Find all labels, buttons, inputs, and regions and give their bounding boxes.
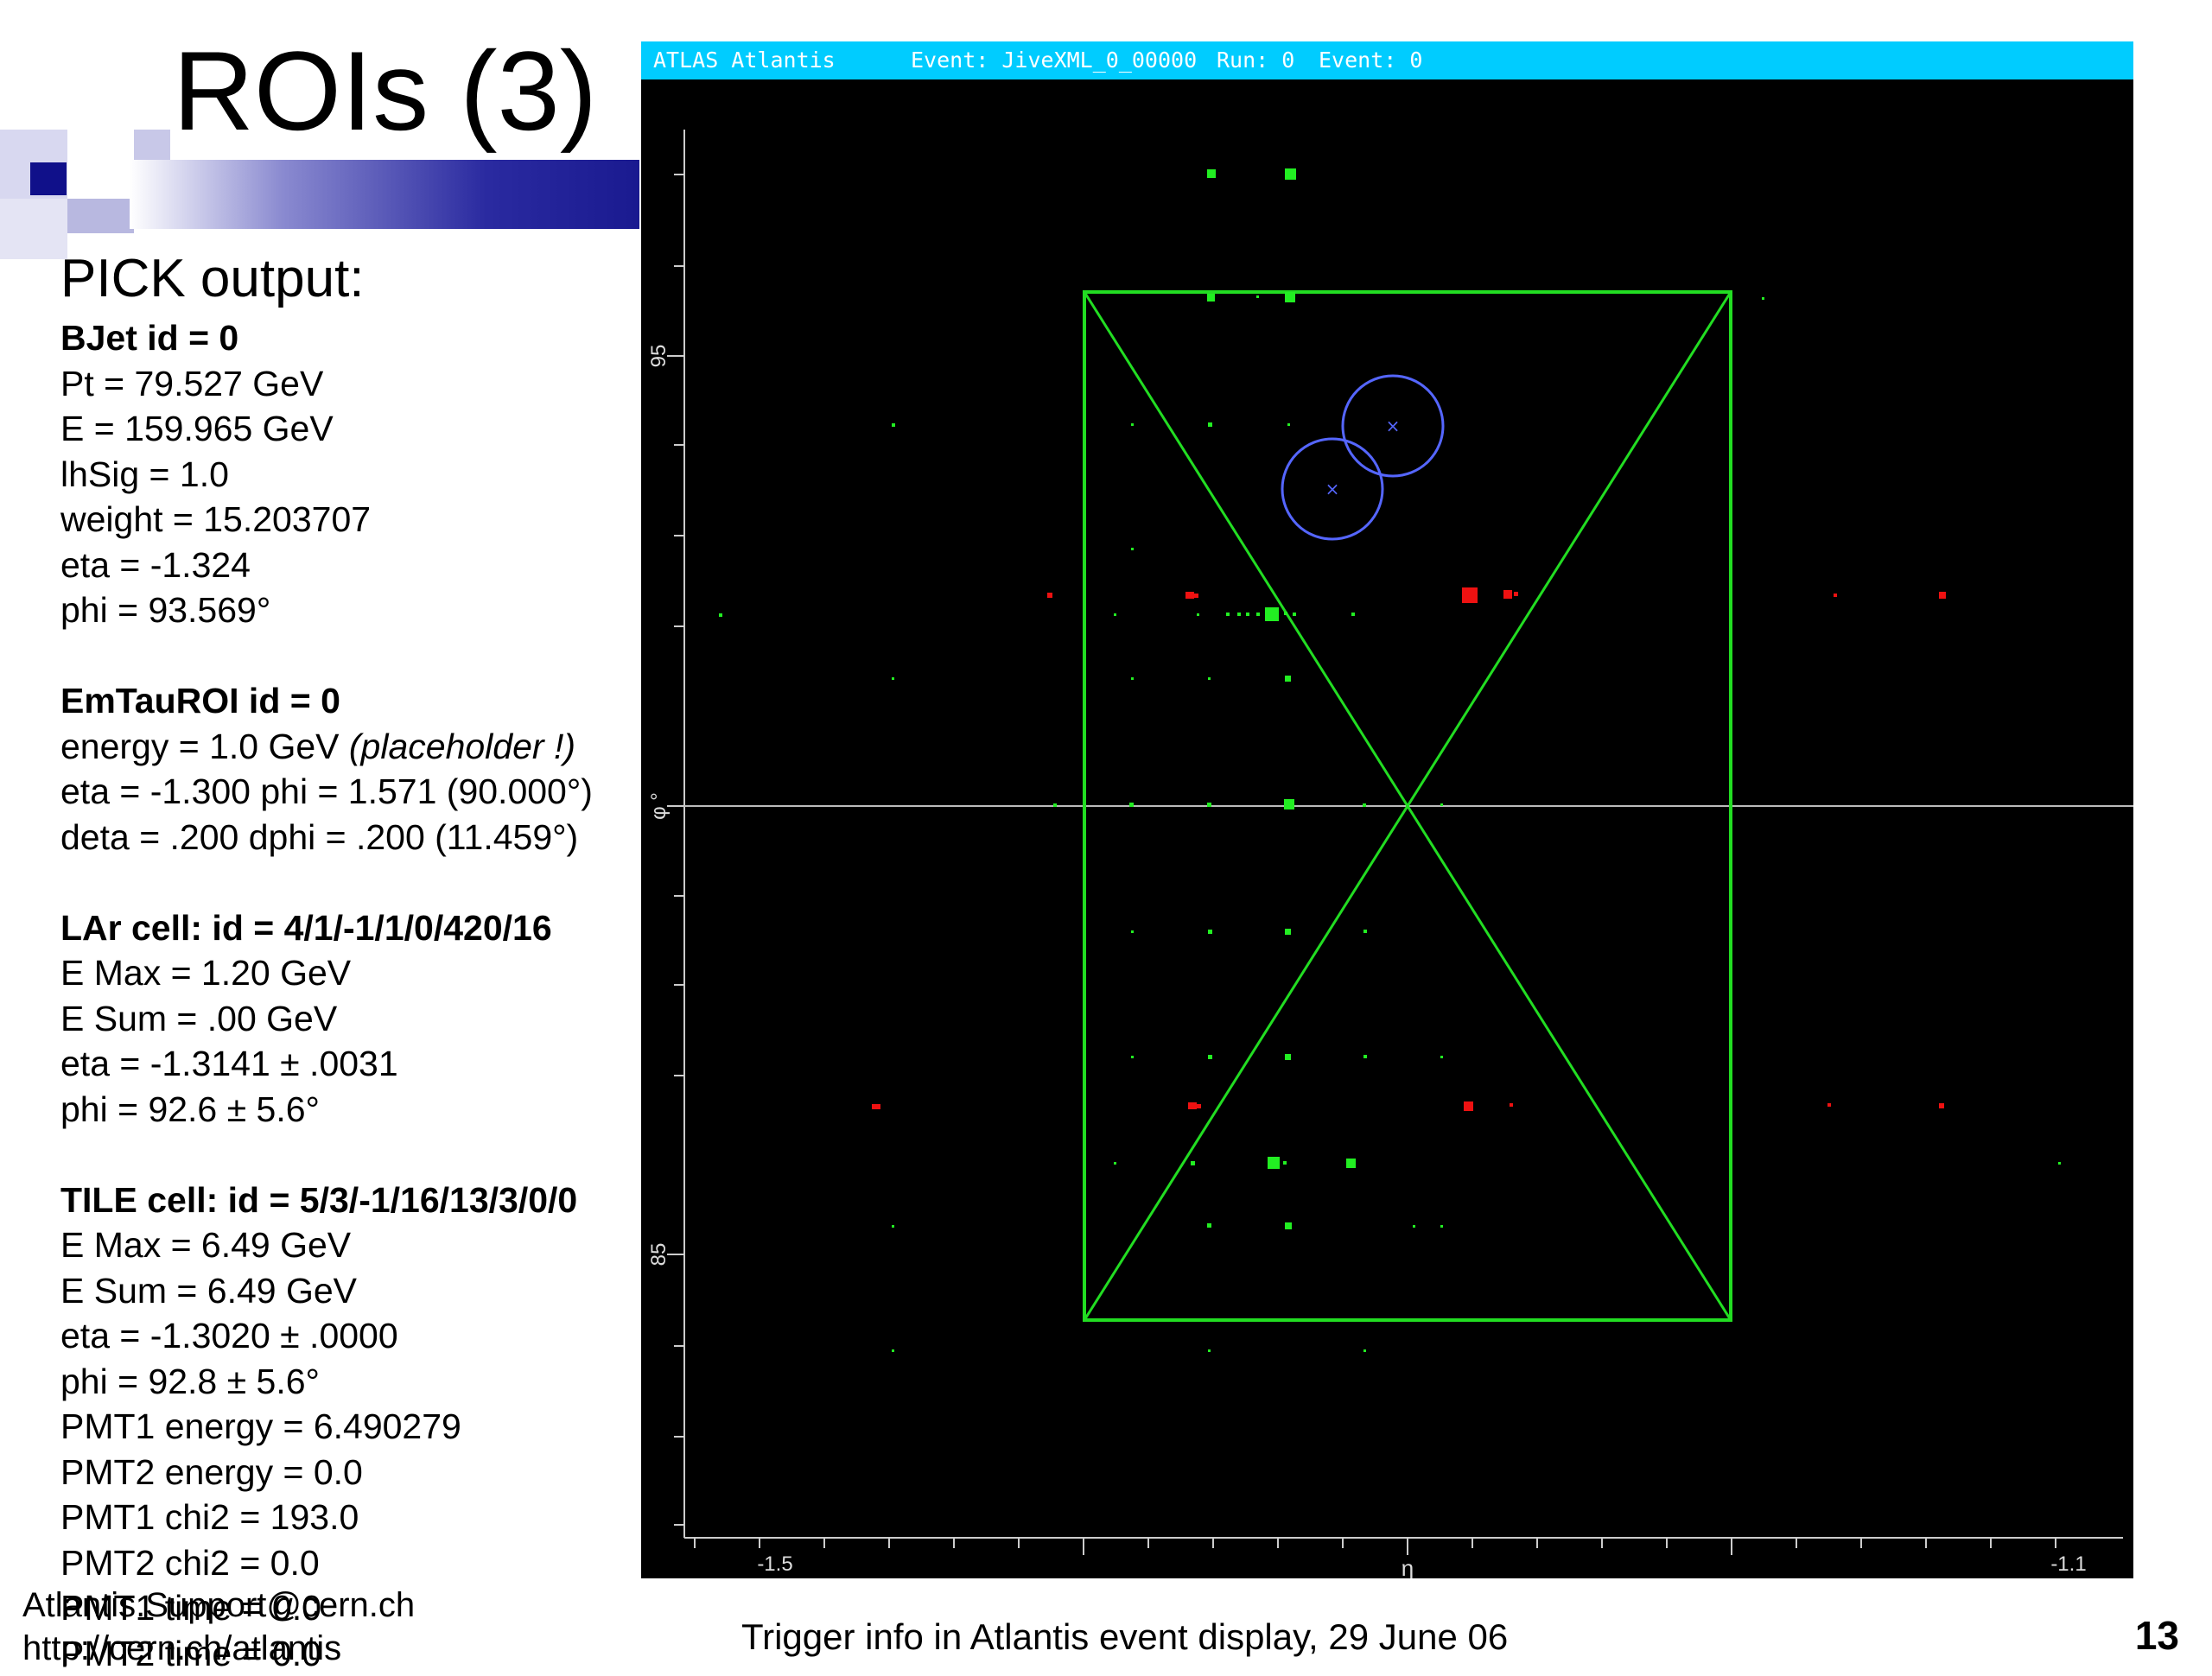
jet-center-marker: × xyxy=(1386,416,1401,436)
emtau-energy: energy = 1.0 GeV xyxy=(60,727,349,766)
red-cells xyxy=(872,587,1946,1111)
footer-contact: Atlantis.Support@cern.ch http://cern.ch/… xyxy=(22,1584,415,1670)
page-title: ROIs (3) xyxy=(173,26,597,156)
x-axis-label: η xyxy=(1402,1555,1414,1578)
bjet-line: lhSig = 1.0 xyxy=(60,452,657,498)
tile-header: TILE cell: id = 5/3/-1/16/13/3/0/0 xyxy=(60,1178,657,1223)
corner-square-light-4 xyxy=(67,199,134,233)
x-tick-label: -1.5 xyxy=(757,1552,792,1576)
corner-square-dark xyxy=(30,162,67,195)
tile-line: E Max = 6.49 GeV xyxy=(60,1222,657,1268)
emtau-energy-line: energy = 1.0 GeV (placeholder !) xyxy=(60,724,657,770)
app-name: ATLAS Atlantis xyxy=(653,41,836,79)
y-axis-ticks xyxy=(667,175,684,1525)
x-axis-ticks xyxy=(695,1538,2056,1555)
jet-center-marker: × xyxy=(1325,479,1340,499)
lar-line: phi = 92.6 ± 5.6° xyxy=(60,1087,657,1133)
bjet-line: E = 159.965 GeV xyxy=(60,406,657,452)
tile-line: PMT1 chi2 = 193.0 xyxy=(60,1495,657,1540)
atlantis-event-display[interactable]: ATLAS Atlantis Event: JiveXML_0_00000 Ru… xyxy=(641,41,2133,1578)
y-tick-label: 95 xyxy=(647,345,671,368)
x-tick-label: -1.1 xyxy=(2050,1552,2086,1576)
pick-output-panel: PICK output: BJet id = 0 Pt = 79.527 GeV… xyxy=(60,246,657,1676)
tile-line: phi = 92.8 ± 5.6° xyxy=(60,1359,657,1405)
lar-line: eta = -1.3141 ± .0031 xyxy=(60,1041,657,1087)
footer-caption: Trigger info in Atlantis event display, … xyxy=(741,1616,1508,1659)
run-label: Run: 0 xyxy=(1217,41,1294,79)
lar-line: E Sum = .00 GeV xyxy=(60,996,657,1042)
y-tick-label: 85 xyxy=(647,1243,671,1267)
tile-line: PMT1 energy = 6.490279 xyxy=(60,1404,657,1450)
bjet-line: phi = 93.569° xyxy=(60,587,657,633)
title-underline-bar xyxy=(130,160,639,229)
emtau-line: deta = .200 dphi = .200 (11.459°) xyxy=(60,815,657,860)
bjet-line: eta = -1.324 xyxy=(60,543,657,588)
pick-heading: PICK output: xyxy=(60,246,657,312)
lar-header: LAr cell: id = 4/1/-1/1/0/420/16 xyxy=(60,905,657,951)
y-axis-label: φ ° xyxy=(647,792,671,820)
display-title-bar: ATLAS Atlantis Event: JiveXML_0_00000 Ru… xyxy=(641,41,2133,79)
eta-phi-plot[interactable]: 95 φ ° 85 -1.5 η -1.1 × × xyxy=(641,86,2133,1578)
lar-line: E Max = 1.20 GeV xyxy=(60,950,657,996)
slide-number: 13 xyxy=(2135,1614,2179,1657)
bjet-line: weight = 15.203707 xyxy=(60,497,657,543)
footer-url[interactable]: http://cern.ch/atlantis xyxy=(22,1627,415,1670)
event-number-label: Event: 0 xyxy=(1319,41,1422,79)
emtau-energy-note: (placeholder !) xyxy=(349,727,575,766)
emtau-line: eta = -1.300 phi = 1.571 (90.000°) xyxy=(60,769,657,815)
footer-email[interactable]: Atlantis.Support@cern.ch xyxy=(22,1584,415,1627)
tile-line: E Sum = 6.49 GeV xyxy=(60,1268,657,1314)
tile-line: PMT2 energy = 0.0 xyxy=(60,1450,657,1495)
tile-line: eta = -1.3020 ± .0000 xyxy=(60,1313,657,1359)
tile-line: PMT2 chi2 = 0.0 xyxy=(60,1540,657,1586)
green-cells xyxy=(719,168,2061,1352)
emtau-header: EmTauROI id = 0 xyxy=(60,678,657,724)
bjet-line: Pt = 79.527 GeV xyxy=(60,361,657,407)
bjet-header: BJet id = 0 xyxy=(60,315,657,361)
event-label: Event: JiveXML_0_00000 xyxy=(911,41,1197,79)
corner-square-light-3 xyxy=(0,199,67,259)
